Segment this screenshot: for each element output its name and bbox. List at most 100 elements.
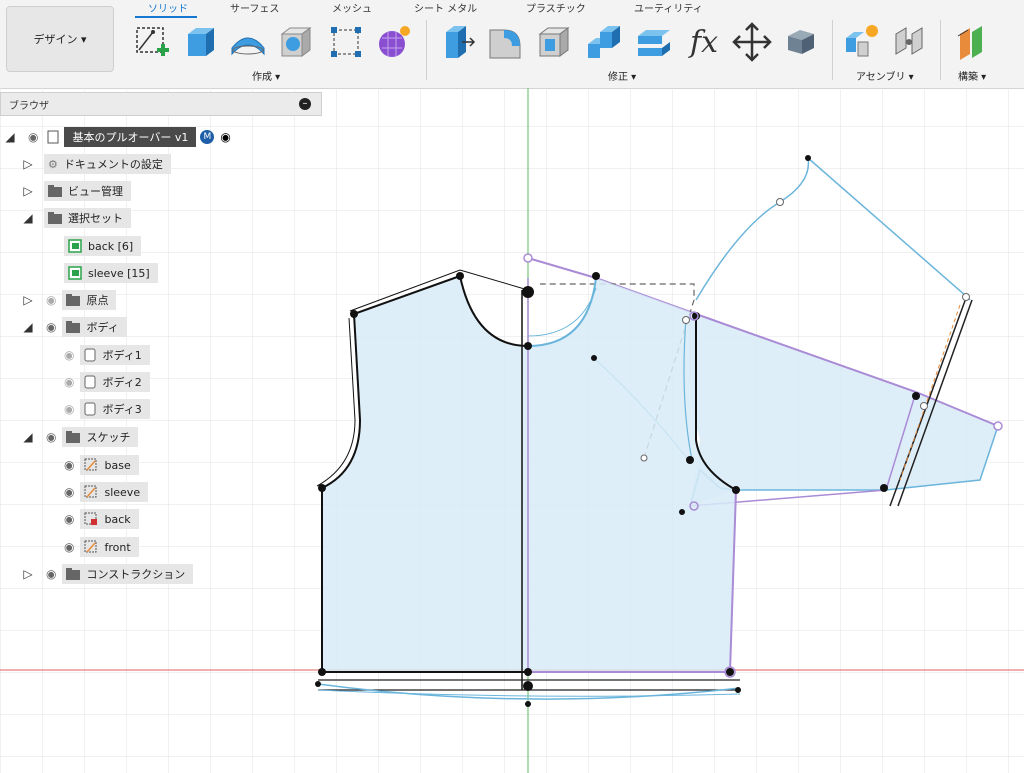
eye-icon[interactable]: ◉: [64, 540, 74, 554]
hole-button[interactable]: [276, 20, 316, 64]
collapsed-triangle-icon[interactable]: ▷: [22, 293, 34, 307]
toolbar: デザイン ▾ ソリッド サーフェス メッシュ シート メタル プラスチック ユー…: [0, 0, 1024, 89]
radio-target-icon[interactable]: ◉: [220, 130, 230, 144]
press-pull-button[interactable]: [436, 20, 476, 64]
construct-group-label[interactable]: 構築 ▾: [958, 68, 986, 83]
tree-item-label: base: [104, 458, 131, 472]
tab-solid[interactable]: ソリッド: [148, 0, 188, 15]
parameters-button[interactable]: fx: [684, 20, 724, 64]
collapsed-triangle-icon[interactable]: ▷: [22, 567, 34, 581]
eye-icon[interactable]: ◉: [28, 130, 38, 144]
press-pull-icon: [446, 26, 476, 58]
eye-icon[interactable]: ◉: [46, 567, 56, 581]
tree-item-construction[interactable]: ▷ ◉ コンストラクション: [22, 563, 194, 585]
collapsed-triangle-icon[interactable]: ▷: [22, 184, 34, 198]
tab-plastic[interactable]: プラスチック: [526, 0, 586, 15]
create-group-label[interactable]: 作成 ▾: [252, 68, 280, 83]
create-sketch-icon: [136, 27, 169, 56]
tree-item-sketches[interactable]: ◢ ◉ スケッチ: [22, 426, 139, 448]
folder-icon: [66, 321, 81, 333]
rectangle-pattern-icon: [331, 27, 361, 57]
body-icon: [84, 402, 96, 416]
sketch-icon: [84, 540, 98, 554]
selection-set-icon: [68, 239, 82, 253]
tree-item-body1[interactable]: ◉ ボディ1: [64, 344, 150, 366]
eye-hidden-icon[interactable]: ◉: [64, 375, 74, 389]
assemble-group-label[interactable]: アセンブリ ▾: [856, 68, 914, 83]
folder-icon: [66, 431, 81, 443]
collapsed-triangle-icon[interactable]: ▷: [22, 157, 34, 171]
tree-item-view-mgmt[interactable]: ▷ ビュー管理: [22, 180, 131, 202]
eye-hidden-icon[interactable]: ◉: [64, 402, 74, 416]
modify-group-label[interactable]: 修正 ▾: [608, 68, 636, 83]
tree-item-bodies[interactable]: ◢ ◉ ボディ: [22, 316, 127, 338]
tree-item-set-back[interactable]: back [6]: [64, 235, 142, 257]
active-tab-indicator: [135, 16, 197, 18]
tree-item-selection-sets[interactable]: ◢ 選択セット: [22, 207, 131, 229]
extrude-button[interactable]: [180, 20, 220, 64]
revolve-button[interactable]: [228, 20, 268, 64]
tree-item-label: front: [104, 540, 131, 554]
tree-item-sketch-back[interactable]: ◉ back: [64, 508, 139, 530]
new-component-button[interactable]: [842, 20, 882, 64]
eye-hidden-icon[interactable]: ◉: [64, 348, 74, 362]
form-icon: [379, 26, 410, 57]
folder-icon: [66, 568, 81, 580]
tree-item-label: 選択セット: [68, 212, 123, 225]
fillet-button[interactable]: [486, 20, 526, 64]
expanded-triangle-icon[interactable]: ◢: [22, 430, 34, 444]
design-canvas[interactable]: [0, 88, 1024, 773]
folder-icon: [66, 294, 81, 306]
eye-hidden-icon[interactable]: ◉: [46, 293, 56, 307]
tree-item-label: ボディ1: [102, 349, 142, 362]
form-button[interactable]: [374, 20, 414, 64]
expanded-triangle-icon[interactable]: ◢: [22, 320, 34, 334]
badge-icon: M: [200, 130, 215, 144]
shell-icon: [538, 27, 570, 57]
selection-set-icon: [68, 266, 82, 280]
tree-item-label: sleeve [15]: [88, 266, 150, 280]
tree-item-label: スケッチ: [86, 431, 131, 444]
joint-button[interactable]: [890, 20, 930, 64]
tree-item-label: ドキュメントの設定: [63, 158, 163, 171]
tree-item-label: back [6]: [88, 239, 134, 253]
tab-mesh[interactable]: メッシュ: [332, 0, 372, 15]
tree-item-sketch-sleeve[interactable]: ◉ sleeve: [64, 481, 149, 503]
tree-item-body2[interactable]: ◉ ボディ2: [64, 371, 150, 393]
eye-icon[interactable]: ◉: [46, 320, 56, 334]
eye-icon[interactable]: ◉: [64, 485, 74, 499]
tree-item-origin[interactable]: ▷ ◉ 原点: [22, 289, 117, 311]
root-component-label[interactable]: 基本のプルオーバー v1: [64, 127, 197, 147]
offset-plane-button[interactable]: [954, 20, 994, 64]
eye-icon[interactable]: ◉: [46, 430, 56, 444]
tree-item-sketch-base[interactable]: ◉ base: [64, 454, 139, 476]
tab-utility[interactable]: ユーティリティ: [634, 0, 703, 15]
eye-icon[interactable]: ◉: [64, 458, 74, 472]
combine-button[interactable]: [584, 20, 624, 64]
create-sketch-button[interactable]: [132, 20, 172, 64]
tab-surface[interactable]: サーフェス: [230, 0, 279, 15]
collapse-icon[interactable]: –: [299, 98, 311, 110]
expanded-triangle-icon[interactable]: ◢: [22, 211, 34, 225]
tree-item-body3[interactable]: ◉ ボディ3: [64, 398, 150, 420]
tree-item-label: 原点: [86, 294, 109, 307]
eye-icon[interactable]: ◉: [64, 512, 74, 526]
revolve-icon: [231, 37, 265, 56]
tree-root[interactable]: ◢ ◉ 基本のプルオーバー v1 M ◉: [4, 126, 231, 148]
align-button[interactable]: [780, 20, 820, 64]
tree-item-set-sleeve[interactable]: sleeve [15]: [64, 262, 158, 284]
workspace-dropdown[interactable]: デザイン ▾: [6, 6, 114, 72]
tree-item-label: ボディ: [86, 321, 119, 334]
tree-item-doc-settings[interactable]: ▷ ⚙ ドキュメントの設定: [22, 153, 171, 175]
pattern-button[interactable]: [326, 20, 366, 64]
hole-icon: [280, 27, 312, 57]
expanded-triangle-icon[interactable]: ◢: [4, 130, 16, 144]
move-button[interactable]: [732, 20, 772, 64]
shell-button[interactable]: [534, 20, 574, 64]
split-body-button[interactable]: [634, 20, 674, 64]
tree-item-label: ボディ3: [102, 403, 142, 416]
locked-sketch-icon: [84, 512, 98, 526]
body-icon: [84, 348, 96, 362]
tree-item-sketch-front[interactable]: ◉ front: [64, 536, 139, 558]
tab-sheet-metal[interactable]: シート メタル: [414, 0, 477, 15]
